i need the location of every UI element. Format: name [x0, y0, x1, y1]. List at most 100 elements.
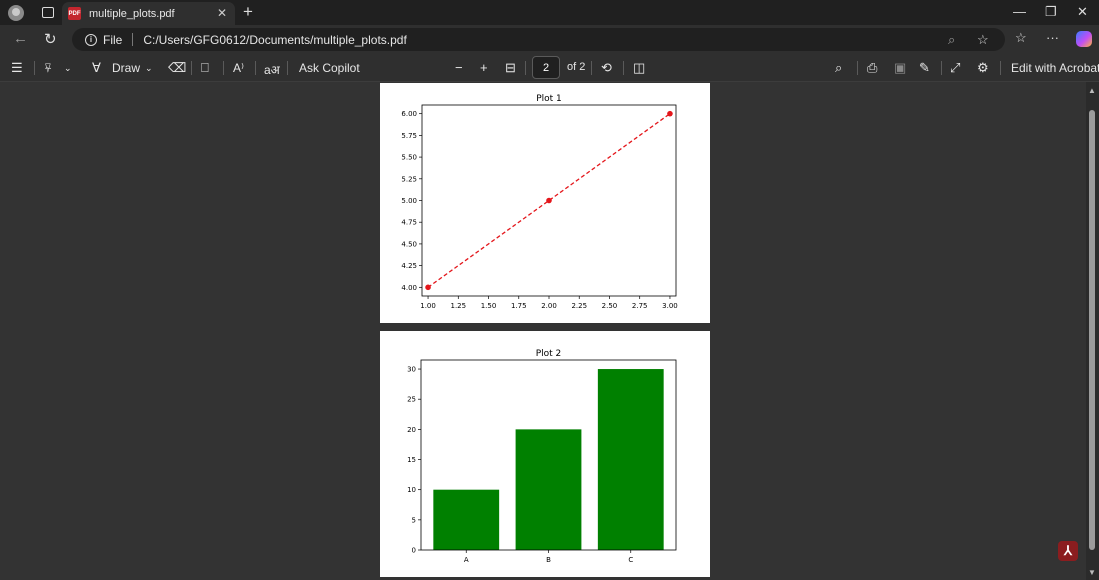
restore-icon[interactable]: ❐: [1045, 4, 1057, 20]
new-tab-icon[interactable]: +: [243, 2, 253, 22]
toolbar-divider: [857, 61, 858, 75]
url-text[interactable]: C:/Users/GFG0612/Documents/multiple_plot…: [143, 33, 406, 47]
pdf-page-1: Plot 1 1.00 1.25 1.50 1.75 2.00 2.25 2.50 2.75 3.…: [380, 83, 710, 323]
contents-list-icon[interactable]: ☰: [11, 60, 23, 76]
fit-page-icon[interactable]: ⊟: [505, 60, 516, 76]
page-total-label: of 2: [567, 61, 586, 73]
browser-tab-active[interactable]: PDF multiple_plots.pdf ✕: [62, 2, 235, 25]
y-tick-label: 5.25: [401, 175, 417, 183]
data-point: [425, 284, 431, 291]
toolbar-divider: [525, 61, 526, 75]
draw-dropdown-icon[interactable]: ⌄: [145, 63, 153, 74]
address-bar[interactable]: i File C:/Users/GFG0612/Documents/multip…: [72, 28, 1005, 51]
x-tick-label: C: [628, 556, 633, 564]
y-tick-label: 10: [407, 486, 416, 494]
page-number-input[interactable]: 2: [532, 56, 560, 79]
scroll-up-icon[interactable]: ▲: [1088, 86, 1096, 95]
x-tick-label: A: [464, 556, 469, 564]
toolbar-divider: [941, 61, 942, 75]
scroll-down-icon[interactable]: ▼: [1088, 568, 1096, 577]
y-tick-label: 15: [407, 456, 416, 464]
data-point: [546, 197, 552, 204]
x-tick-label: 2.25: [571, 302, 587, 310]
tab-title: multiple_plots.pdf: [89, 7, 175, 20]
highlight-dropdown-icon[interactable]: ⌄: [64, 63, 72, 74]
bar-chart-plot-2: Plot 2 A B C 0 5 10 15 20 25 30: [407, 349, 677, 564]
profile-avatar-icon[interactable]: [8, 4, 24, 21]
text-box-icon[interactable]: ⎕: [201, 60, 209, 76]
x-tick-label: 2.75: [632, 302, 648, 310]
favorite-star-icon[interactable]: ☆: [977, 32, 989, 48]
back-arrow-icon[interactable]: ←: [13, 30, 28, 47]
minimize-icon[interactable]: —: [1013, 4, 1026, 19]
y-tick-label: 6.00: [401, 110, 417, 118]
y-tick-label: 25: [407, 396, 416, 404]
y-tick-label: 20: [407, 426, 416, 434]
toolbar-divider: [223, 61, 224, 75]
x-tick-label: 1.00: [420, 302, 436, 310]
edit-with-acrobat-button[interactable]: Edit with Acrobat: [1011, 61, 1099, 75]
favorites-icon[interactable]: ☆: [1015, 30, 1027, 46]
save-as-icon[interactable]: ✎: [919, 60, 930, 76]
pdf-page-2: Plot 2 A B C 0 5 10 15 20 25 30: [380, 331, 710, 577]
y-tick-label: 5.75: [401, 132, 417, 140]
toolbar-divider: [591, 61, 592, 75]
toolbar-divider: [287, 61, 288, 75]
x-tick-label: 2.50: [602, 302, 618, 310]
bar: [597, 369, 664, 550]
search-icon[interactable]: ⌕: [835, 60, 842, 76]
pdf-toolbar: ☰ ⍫ ⌄ ∀ Draw ⌄ ⌫ ⎕ A⁾ aअ Ask Copilot − +…: [0, 53, 1099, 82]
acrobat-logo-icon[interactable]: ⅄: [1058, 541, 1078, 561]
y-tick-label: 0: [412, 547, 416, 555]
zoom-icon[interactable]: ⌕: [948, 32, 955, 48]
bar: [515, 429, 582, 550]
x-tick-label: B: [546, 556, 551, 564]
zoom-out-icon[interactable]: −: [455, 60, 463, 75]
tab-actions-icon[interactable]: [42, 7, 54, 18]
data-point: [667, 110, 673, 117]
eraser-icon[interactable]: ⌫: [168, 60, 186, 76]
y-tick-label: 4.50: [401, 240, 417, 248]
copilot-icon[interactable]: [1076, 31, 1092, 47]
x-tick-label: 2.00: [541, 302, 557, 310]
y-tick-label: 4.75: [401, 219, 417, 227]
toolbar-divider: [255, 61, 256, 75]
read-aloud-button[interactable]: A⁾: [233, 61, 244, 75]
rotate-icon[interactable]: ⟲: [601, 60, 612, 76]
file-label: File: [103, 32, 123, 47]
translate-button[interactable]: aअ: [264, 61, 280, 78]
toolbar-divider: [191, 61, 192, 75]
toolbar-divider: [1000, 61, 1001, 75]
y-tick-label: 5.00: [401, 197, 417, 205]
scrollbar-thumb[interactable]: [1089, 110, 1095, 550]
y-tick-label: 4.00: [401, 284, 417, 292]
draw-button[interactable]: Draw: [112, 61, 140, 75]
y-tick-label: 5.50: [401, 154, 417, 162]
settings-gear-icon[interactable]: ⚙: [977, 60, 989, 76]
y-tick-label: 30: [407, 366, 416, 374]
print-icon[interactable]: ⎙: [867, 60, 877, 76]
draw-icon[interactable]: ∀: [92, 60, 101, 76]
y-tick-label: 5: [412, 516, 416, 524]
x-tick-label: 1.25: [450, 302, 466, 310]
navigation-bar: ← ↻ i File C:/Users/GFG0612/Documents/mu…: [0, 25, 1099, 53]
page-view-icon[interactable]: ◫: [633, 60, 645, 76]
info-icon[interactable]: i: [85, 33, 97, 46]
close-tab-icon[interactable]: ✕: [217, 6, 227, 20]
toolbar-divider: [34, 61, 35, 75]
zoom-in-icon[interactable]: +: [480, 60, 488, 75]
fullscreen-icon[interactable]: ⤢: [950, 60, 960, 76]
more-menu-icon[interactable]: ···: [1046, 30, 1059, 45]
refresh-icon[interactable]: ↻: [44, 30, 57, 48]
bar: [433, 489, 500, 550]
y-tick-label: 4.25: [401, 262, 417, 270]
title-bar: PDF multiple_plots.pdf ✕ + — ❐ ✕: [0, 0, 1099, 25]
save-icon[interactable]: ▣: [894, 60, 906, 76]
chart-title: Plot 2: [536, 349, 562, 359]
highlight-icon[interactable]: ⍫: [44, 60, 52, 76]
x-tick-label: 1.50: [481, 302, 497, 310]
close-window-icon[interactable]: ✕: [1077, 4, 1088, 20]
ask-copilot-button[interactable]: Ask Copilot: [299, 61, 360, 75]
vertical-scrollbar[interactable]: ▲ ▼: [1086, 82, 1099, 580]
x-tick-label: 3.00: [662, 302, 678, 310]
